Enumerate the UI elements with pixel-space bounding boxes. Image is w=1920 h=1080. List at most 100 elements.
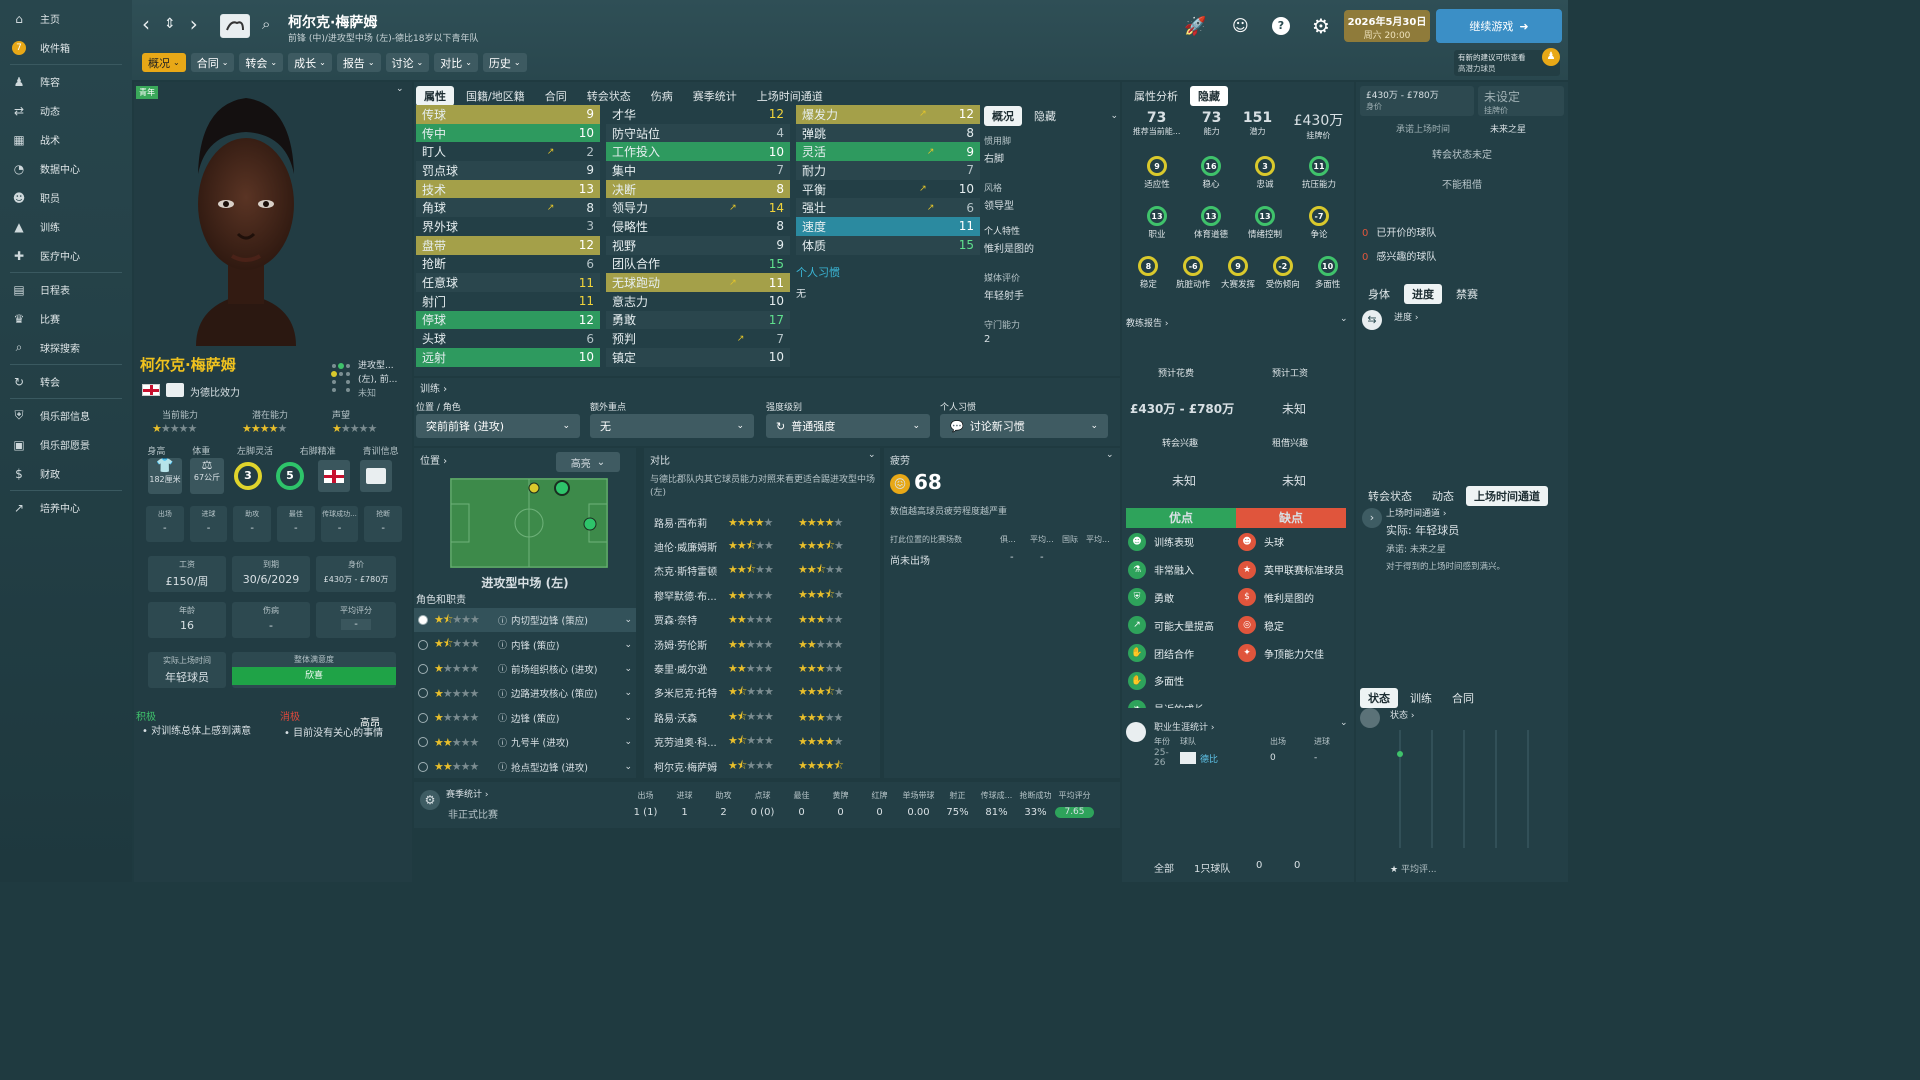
tab-overview[interactable]: 概况 — [984, 106, 1022, 126]
tab-status[interactable]: 状态 — [1360, 688, 1398, 708]
attribute-gauge[interactable]: 3 忠诚 — [1243, 156, 1287, 190]
tab-dynamics[interactable]: 动态 — [1424, 486, 1462, 506]
fatigue-col-1[interactable]: 俱... — [1000, 534, 1030, 545]
compare-row[interactable]: 路易·西布莉 ★★★★★ ★★★★★ — [654, 510, 876, 534]
pt-title[interactable]: 上场时间通道 › — [1386, 506, 1446, 519]
role-row[interactable]: ★★★★★ ⓘ 边路进攻核心 (策应) ⌄ — [414, 681, 636, 705]
offered-clubs[interactable]: 0 已开价的球队 — [1362, 224, 1436, 239]
attr-row[interactable]: 无球跑动 ↗ 11 — [606, 273, 790, 292]
attr-row[interactable]: 平衡 ↗ 10 — [796, 180, 980, 199]
con-item[interactable]: ✦ 争顶能力欠佳 — [1238, 639, 1344, 667]
tab-3[interactable]: 成长 ⌄ — [288, 53, 332, 72]
info-icon[interactable]: ⓘ — [498, 736, 507, 749]
chevron-down-icon[interactable]: ⌄ — [868, 450, 876, 460]
attr-row[interactable]: 侵略性 8 — [606, 217, 790, 236]
attr-row[interactable]: 技术 13 — [416, 179, 600, 199]
role-radio[interactable] — [418, 737, 428, 748]
attr-tab-6[interactable]: 上场时间通道 — [749, 86, 831, 106]
attr-row[interactable]: 勇敢 17 — [606, 310, 790, 330]
forward-icon[interactable]: › — [190, 12, 198, 36]
chevron-down-icon[interactable]: ⌄ — [624, 688, 632, 698]
attr-row[interactable]: 界外球 3 — [416, 217, 600, 236]
compare-row[interactable]: 迪伦·威廉姆斯 ★★⯪★★ ★★★⯪★ — [654, 534, 876, 558]
tab-7[interactable]: 历史 ⌄ — [482, 53, 527, 72]
attr-row[interactable]: 防守站位 4 — [606, 123, 790, 143]
sidebar-item-10[interactable]: ♛ 比赛 — [0, 304, 132, 333]
sidebar-item-6[interactable]: ☻ 职员 — [0, 183, 132, 212]
compare-player-name[interactable]: 穆罕默德·布... — [654, 588, 728, 603]
info-icon[interactable]: ⓘ — [498, 687, 507, 700]
sidebar-item-3[interactable]: ⇄ 动态 — [0, 96, 132, 125]
pro-item[interactable]: ↗ 可能大量提高 — [1128, 611, 1234, 639]
sidebar-item-7[interactable]: ▲ 训练 — [0, 212, 132, 241]
career-row[interactable]: 25-26 德比 0 - — [1154, 748, 1350, 768]
attr-row[interactable]: 强壮 ↗ 6 — [796, 198, 980, 218]
info-icon[interactable]: ⓘ — [498, 614, 507, 627]
notification-bell-icon[interactable]: ♟ — [1542, 48, 1560, 66]
season-col[interactable]: 传球成... — [977, 790, 1016, 801]
attribute-gauge[interactable]: 9 适应性 — [1135, 156, 1179, 190]
chevron-down-icon[interactable]: ⌄ — [624, 762, 632, 772]
info-icon[interactable]: ⓘ — [498, 662, 507, 675]
sidebar-item-12[interactable]: ↻ 转会 — [0, 367, 132, 396]
season-col[interactable]: 单场带球 — [899, 790, 938, 801]
tab-hidden[interactable]: 隐藏 — [1026, 106, 1064, 126]
tab-bans[interactable]: 禁赛 — [1448, 284, 1486, 304]
position-box[interactable]: 进攻型... (左), 前... 未知 — [320, 352, 410, 402]
tab-playing-time[interactable]: 上场时间通道 — [1466, 486, 1548, 506]
attr-row[interactable]: 耐力 7 — [796, 161, 980, 180]
compare-player-name[interactable]: 泰里·威尔逊 — [654, 661, 728, 676]
tab-4[interactable]: 报告 ⌄ — [336, 53, 381, 72]
attr-row[interactable]: 抢断 6 — [416, 255, 600, 274]
attr-row[interactable]: 决断 8 — [606, 179, 790, 199]
role-radio[interactable] — [418, 663, 428, 674]
trait-value[interactable]: 惟利是图的 — [984, 240, 1118, 255]
role-radio[interactable] — [418, 712, 428, 723]
con-item[interactable]: ◎ 稳定 — [1238, 611, 1344, 639]
tab-contract[interactable]: 合同 — [1444, 688, 1482, 708]
sidebar-item-11[interactable]: ⌕ 球探搜索 — [0, 333, 132, 362]
season-col[interactable]: 出场 — [626, 790, 665, 801]
chevron-down-icon[interactable]: ⌄ — [624, 615, 632, 625]
attr-tab-1[interactable]: 国籍/地区籍 — [458, 86, 533, 106]
tab-attr-analysis[interactable]: 属性分析 — [1126, 86, 1186, 106]
tab-1[interactable]: 合同 ⌄ — [190, 53, 235, 72]
rocket-icon[interactable]: 🚀 — [1184, 16, 1206, 37]
compare-row[interactable]: 路易·沃森 ★⯪★★★ ★★★★★ — [654, 705, 876, 729]
training-intensity-dropdown[interactable]: ↻ 普通强度 ⌄ — [766, 414, 930, 438]
attribute-gauge[interactable]: -6 肮脏动作 — [1171, 256, 1215, 290]
chevron-down-icon[interactable]: ⌄ — [1340, 718, 1348, 728]
youth-club-box[interactable] — [360, 460, 392, 492]
pro-item[interactable]: ⚗ 非常融入 — [1128, 556, 1234, 584]
chevron-down-icon[interactable]: ⌄ — [1106, 450, 1114, 460]
season-col[interactable]: 助攻 — [704, 790, 743, 801]
season-col[interactable]: 抢断成功 — [1016, 790, 1055, 801]
attr-row[interactable]: 罚点球 9 — [416, 161, 600, 180]
pro-item[interactable]: ✋ 多面性 — [1128, 667, 1234, 695]
role-radio[interactable] — [418, 761, 428, 772]
sidebar-item-2[interactable]: ♟ 阵容 — [0, 67, 132, 96]
tab-0[interactable]: 概况 ⌄ — [142, 53, 186, 72]
attr-row[interactable]: 停球 12 — [416, 310, 600, 330]
attr-row[interactable]: 射门 11 — [416, 292, 600, 311]
attr-row[interactable]: 角球 ↗ 8 — [416, 198, 600, 218]
settings-icon[interactable]: ⚙ — [1312, 14, 1330, 38]
help-icon[interactable]: ? — [1272, 17, 1290, 35]
compare-row[interactable]: 泰里·威尔逊 ★★★★★ ★★★★★ — [654, 656, 876, 680]
attribute-gauge[interactable]: 13 职业 — [1135, 206, 1179, 240]
attribute-gauge[interactable]: -7 争论 — [1297, 206, 1341, 240]
pro-item[interactable]: ⛨ 勇敢 — [1128, 584, 1234, 612]
compare-player-name[interactable]: 迪伦·威廉姆斯 — [654, 539, 728, 554]
tab-progress[interactable]: 进度 — [1404, 284, 1442, 304]
compare-row[interactable]: 穆罕默德·布... ★★★★★ ★★★⯪★ — [654, 583, 876, 607]
keen-clubs[interactable]: 0 感兴趣的球队 — [1362, 248, 1436, 263]
tab-5[interactable]: 讨论 ⌄ — [385, 53, 430, 72]
attribute-gauge[interactable]: 9 大赛发挥 — [1216, 256, 1260, 290]
tab-2[interactable]: 转会 ⌄ — [239, 53, 284, 72]
attr-tab-3[interactable]: 转会状态 — [579, 86, 639, 106]
continue-button[interactable]: 继续游戏 ➜ — [1436, 9, 1562, 43]
position-title[interactable]: 位置 › — [420, 452, 447, 467]
chevron-down-icon[interactable]: ⌄ — [624, 664, 632, 674]
sidebar-item-8[interactable]: ✚ 医疗中心 — [0, 241, 132, 270]
attr-row[interactable]: 盘带 12 — [416, 235, 600, 255]
